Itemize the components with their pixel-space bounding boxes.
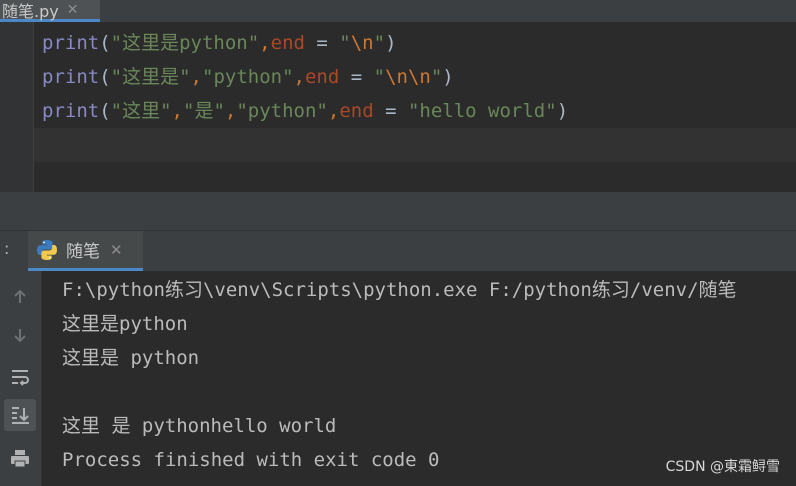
code-token: \n: [350, 32, 374, 54]
code-token: ,: [259, 32, 271, 54]
code-token: "python": [236, 100, 328, 122]
current-line-highlight: [34, 128, 796, 162]
editor-gutter: [0, 22, 34, 192]
code-token: ,: [293, 66, 305, 88]
console-line: 这里是 python: [62, 347, 200, 369]
up-arrow-icon[interactable]: [4, 281, 36, 313]
code-token: ): [556, 100, 569, 122]
code-token: ,: [190, 66, 202, 88]
run-header-dot: :: [4, 239, 10, 258]
code-token: end: [304, 66, 340, 88]
code-line-3: print("这里","是","python",end = "hello wor…: [42, 94, 568, 128]
scroll-to-end-icon[interactable]: [4, 399, 36, 431]
code-token: ,: [171, 100, 183, 122]
code-token: =: [373, 100, 408, 122]
editor-tab-label: 随笔.py: [2, 1, 59, 21]
run-toolbar: [0, 271, 42, 486]
code-token: "这里是": [110, 66, 191, 88]
run-console[interactable]: F:\python练习\venv\Scripts\python.exe F:/p…: [42, 271, 796, 486]
editor-bottom-bar: [0, 192, 796, 230]
code-token: ": [373, 66, 386, 88]
code-token: end: [339, 100, 374, 122]
console-line: F:\python练习\venv\Scripts\python.exe F:/p…: [62, 279, 737, 301]
watermark: CSDN @東霜鲟雪: [665, 459, 780, 475]
python-icon: [37, 239, 57, 260]
console-line: 这里是python: [62, 313, 188, 335]
soft-wrap-icon[interactable]: [4, 361, 36, 393]
code-token: end: [270, 32, 305, 54]
close-icon[interactable]: ✕: [110, 241, 123, 259]
code-token: =: [304, 32, 340, 54]
editor-tab-bar: 随笔.py ✕: [0, 0, 796, 22]
code-token: (: [99, 66, 111, 88]
code-token: print: [42, 32, 100, 54]
code-token: print: [42, 100, 100, 122]
code-token: "这里": [110, 100, 172, 122]
console-line: 这里 是 pythonhello world: [62, 415, 337, 437]
code-token: ): [385, 32, 397, 54]
run-tool-window-header: : 随笔 ✕: [0, 230, 796, 271]
close-icon[interactable]: ✕: [67, 2, 79, 18]
console-line: Process finished with exit code 0: [62, 449, 440, 471]
run-tab-suibi[interactable]: 随笔 ✕: [28, 231, 143, 271]
code-token: ,: [327, 100, 340, 122]
code-token: (: [99, 32, 111, 54]
code-token: "这里是python": [110, 32, 260, 54]
down-arrow-icon[interactable]: [4, 319, 36, 351]
code-token: "python": [202, 66, 294, 88]
code-token: ": [430, 66, 443, 88]
code-line-1: print("这里是python",end = "\n"): [42, 26, 397, 60]
editor-tab-suibi[interactable]: 随笔.py ✕: [0, 0, 100, 22]
print-icon[interactable]: [4, 443, 36, 475]
code-editor[interactable]: print("这里是python",end = "\n") print("这里是…: [34, 22, 796, 192]
code-token: print: [42, 66, 100, 88]
code-token: ": [339, 32, 351, 54]
code-token: ,: [224, 100, 237, 122]
code-token: ": [373, 32, 386, 54]
code-token: "hello world": [407, 100, 557, 122]
code-token: \n\n: [385, 66, 431, 88]
code-token: =: [339, 66, 374, 88]
code-token: ): [442, 66, 454, 88]
code-token: "是": [183, 100, 225, 122]
run-tab-label: 随笔: [66, 242, 100, 262]
code-line-2: print("这里是","python",end = "\n\n"): [42, 60, 454, 94]
code-token: (: [99, 100, 111, 122]
